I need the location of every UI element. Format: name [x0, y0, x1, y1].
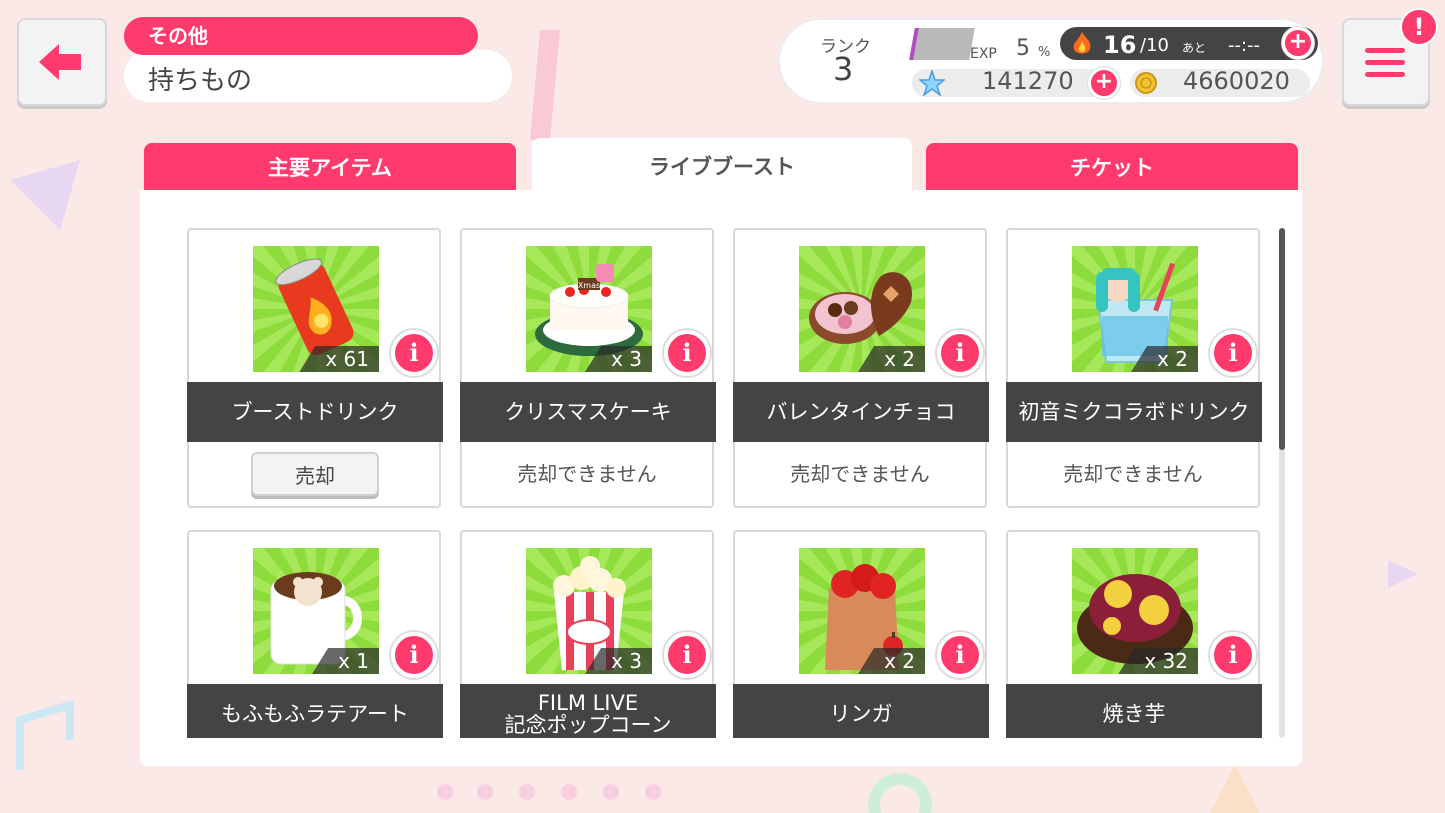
info-button[interactable]: i — [664, 632, 710, 678]
item-card: x 1 i もふもふラテアート — [187, 530, 443, 738]
item-thumbnail[interactable]: x 1 — [253, 548, 379, 674]
notification-badge: ! — [1400, 8, 1438, 46]
star-icon — [919, 70, 945, 96]
unsellable-label: 売却できません — [1063, 462, 1203, 486]
tab-main-items[interactable]: 主要アイテム — [144, 143, 516, 191]
item-thumbnail[interactable]: x 61 — [253, 246, 379, 372]
coin-value: 4660020 — [1183, 67, 1290, 95]
stamina-value: 16 — [1103, 31, 1137, 59]
exp-value: 5 — [1016, 36, 1030, 61]
star-value: 141270 — [982, 67, 1074, 95]
item-card: x 3 i FILM LIVE 記念ポップコーン — [460, 530, 716, 738]
svg-text:Xmas: Xmas — [578, 281, 600, 290]
unsellable-label: 売却できません — [790, 462, 930, 486]
item-name: バレンタインチョコ — [733, 382, 989, 442]
item-grid: x 61 i ブーストドリンク 売却 Xmas x 3 i クリスマスケーキ 売… — [187, 228, 1267, 738]
menu-icon-line — [1365, 60, 1405, 65]
item-thumbnail[interactable]: x 32 — [1072, 548, 1198, 674]
stamina-max: /10 — [1140, 35, 1169, 56]
menu-icon-line — [1365, 72, 1405, 77]
back-button[interactable] — [17, 18, 107, 106]
item-name: FILM LIVE 記念ポップコーン — [460, 684, 716, 738]
info-button[interactable]: i — [664, 330, 710, 376]
page-title: 持ちもの — [148, 66, 253, 96]
stamina-timer: --:-- — [1228, 35, 1261, 56]
item-thumbnail[interactable]: x 2 — [1072, 246, 1198, 372]
info-button[interactable]: i — [937, 632, 983, 678]
sell-button[interactable]: 売却 — [251, 452, 379, 496]
info-button[interactable]: i — [391, 330, 437, 376]
tab-tickets[interactable]: チケット — [926, 143, 1298, 191]
coin-icon — [1135, 72, 1157, 94]
item-thumbnail[interactable]: Xmas x 3 — [526, 246, 652, 372]
item-card: x 32 i 焼き芋 — [1006, 530, 1262, 738]
menu-icon — [1365, 48, 1405, 53]
item-card: x 61 i ブーストドリンク 売却 — [187, 228, 443, 508]
exp-label: EXP — [970, 46, 997, 62]
item-name: クリスマスケーキ — [460, 382, 716, 442]
add-stamina-button[interactable]: + — [1282, 27, 1314, 59]
item-thumbnail[interactable]: x 3 — [526, 548, 652, 674]
info-button[interactable]: i — [937, 330, 983, 376]
scrollbar-thumb[interactable] — [1279, 228, 1285, 450]
item-name: リンガ — [733, 684, 989, 738]
info-button[interactable]: i — [1210, 632, 1256, 678]
item-card: x 2 i リンガ — [733, 530, 989, 738]
item-name: ブーストドリンク — [187, 382, 443, 442]
exp-progress-bar — [909, 28, 975, 60]
item-thumbnail[interactable]: x 2 — [799, 246, 925, 372]
stamina-suffix: あと — [1182, 41, 1207, 55]
info-button[interactable]: i — [391, 632, 437, 678]
item-name: もふもふラテアート — [187, 684, 443, 738]
item-card: x 2 i バレンタインチョコ 売却できません — [733, 228, 989, 508]
exp-unit: % — [1038, 45, 1051, 60]
unsellable-label: 売却できません — [517, 462, 657, 486]
item-card: Xmas x 3 i クリスマスケーキ 売却できません — [460, 228, 716, 508]
category-tag: その他 — [124, 17, 478, 55]
item-name: 焼き芋 — [1006, 684, 1262, 738]
back-arrow-icon — [39, 44, 81, 80]
item-card: x 2 i 初音ミクコラボドリンク 売却できません — [1006, 228, 1262, 508]
tab-live-boost[interactable]: ライブブースト — [532, 138, 912, 192]
item-name: 初音ミクコラボドリンク — [1006, 382, 1262, 442]
item-thumbnail[interactable]: x 2 — [799, 548, 925, 674]
add-star-button[interactable]: + — [1088, 67, 1120, 99]
flame-icon — [1073, 32, 1091, 54]
rank-value: 3 — [833, 50, 854, 88]
info-button[interactable]: i — [1210, 330, 1256, 376]
